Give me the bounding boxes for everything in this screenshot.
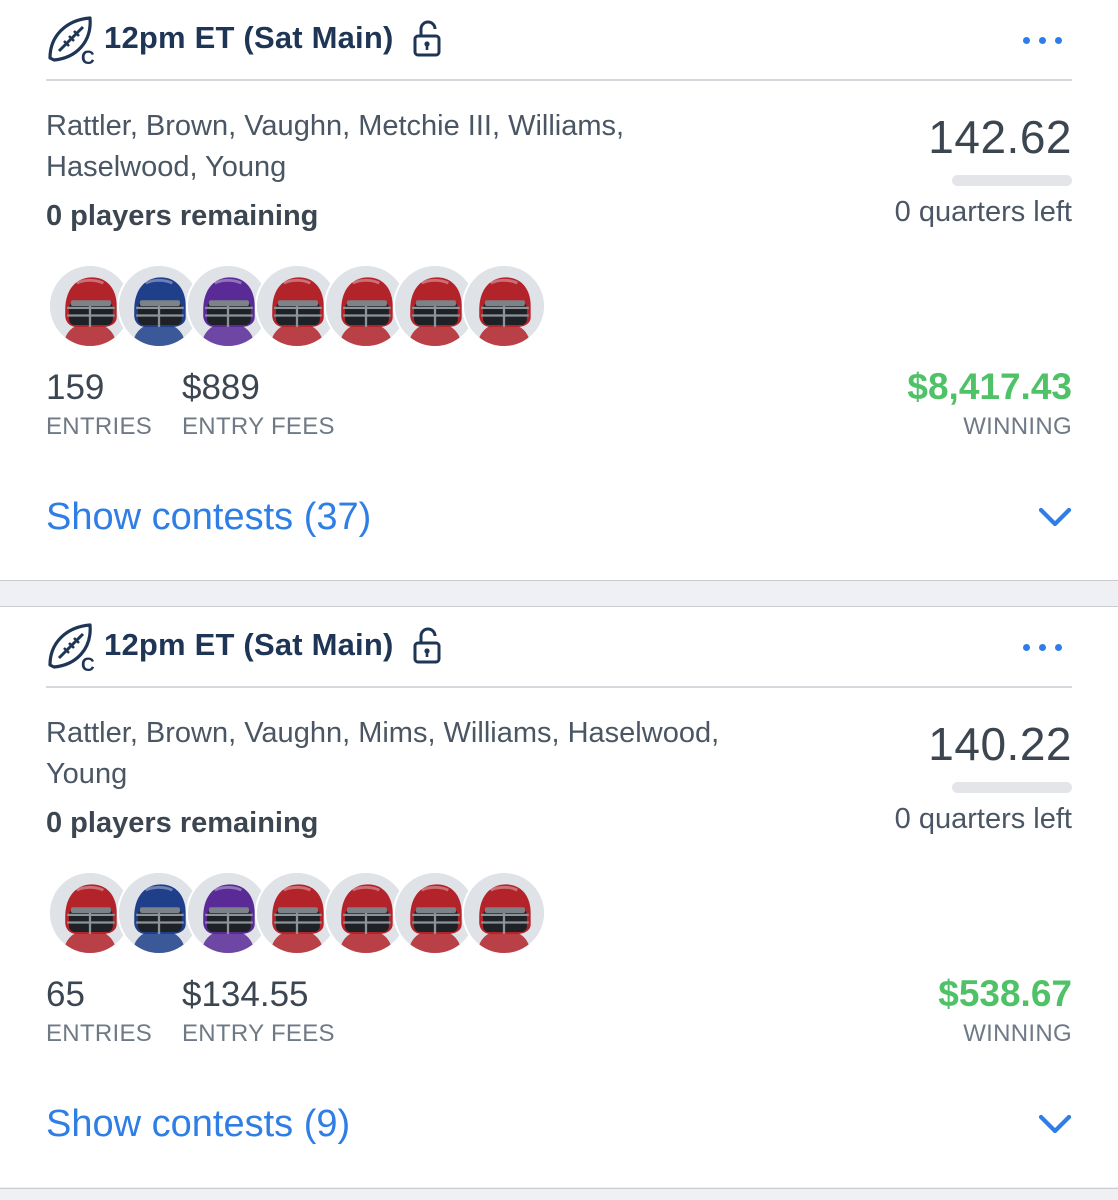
slate-title: 12pm ET (Sat Main) [104, 20, 394, 55]
show-contests-link[interactable]: Show contests (37) [46, 496, 371, 539]
chevron-down-icon[interactable] [1038, 1111, 1072, 1137]
football-c-icon: C [48, 16, 95, 66]
lineup-score: 140.22 [928, 718, 1072, 770]
winning-label: WINNING [963, 1020, 1072, 1047]
svg-text:C: C [81, 655, 95, 673]
divider [46, 686, 1072, 688]
show-contests-link[interactable]: Show contests (9) [46, 1103, 350, 1146]
entries-count: 159 [46, 368, 105, 407]
entry-fees-label: ENTRY FEES [182, 413, 335, 440]
player-avatars[interactable] [48, 871, 568, 957]
lineup-header: C 12pm ET (Sat Main) [46, 621, 1072, 673]
lineup-players: Rattler, Brown, Vaughn, Mims, Williams, … [46, 717, 720, 790]
entries-label: ENTRIES [46, 1020, 153, 1047]
players-remaining: 0 players remaining [46, 807, 319, 839]
more-dots-icon [1022, 36, 1030, 44]
winning-amount: $538.67 [938, 973, 1072, 1014]
lock-icon[interactable] [412, 625, 442, 665]
entry-fees-value: $134.55 [182, 975, 309, 1014]
helmet-icon [464, 873, 544, 953]
player-avatars[interactable] [48, 264, 568, 350]
lock-icon[interactable] [412, 18, 442, 58]
winning-label: WINNING [963, 413, 1072, 440]
players-remaining: 0 players remaining [46, 200, 319, 232]
lineup-header: C 12pm ET (Sat Main) [46, 14, 1072, 66]
progress-bar [952, 175, 1072, 186]
chevron-down-icon[interactable] [1038, 504, 1072, 530]
slate-title: 12pm ET (Sat Main) [104, 627, 394, 662]
helmet-icon [464, 266, 544, 346]
winning-amount: $8,417.43 [907, 366, 1072, 407]
lineup-players: Rattler, Brown, Vaughn, Metchie III, Wil… [46, 110, 625, 183]
entries-label: ENTRIES [46, 413, 153, 440]
more-dots-icon [1022, 643, 1030, 651]
more-options-button[interactable] [1012, 633, 1072, 661]
lineup-card: C 12pm ET (Sat Main) Rattler, Brown, Vau… [0, 0, 1118, 580]
quarters-left: 0 quarters left [894, 196, 1072, 228]
card-divider [0, 1188, 1118, 1189]
card-divider [0, 580, 1118, 581]
svg-text:C: C [81, 48, 95, 66]
more-options-button[interactable] [1012, 26, 1072, 54]
entry-fees-label: ENTRY FEES [182, 1020, 335, 1047]
player-avatar[interactable] [462, 871, 546, 955]
player-avatar[interactable] [462, 264, 546, 348]
entry-fees-value: $889 [182, 368, 260, 407]
progress-bar [952, 782, 1072, 793]
lineup-card: C 12pm ET (Sat Main) Rattler, Brown, Vau… [0, 607, 1118, 1187]
football-c-icon: C [48, 623, 95, 673]
quarters-left: 0 quarters left [894, 803, 1072, 835]
divider [46, 79, 1072, 81]
entries-count: 65 [46, 975, 85, 1014]
lineup-score: 142.62 [928, 111, 1072, 163]
